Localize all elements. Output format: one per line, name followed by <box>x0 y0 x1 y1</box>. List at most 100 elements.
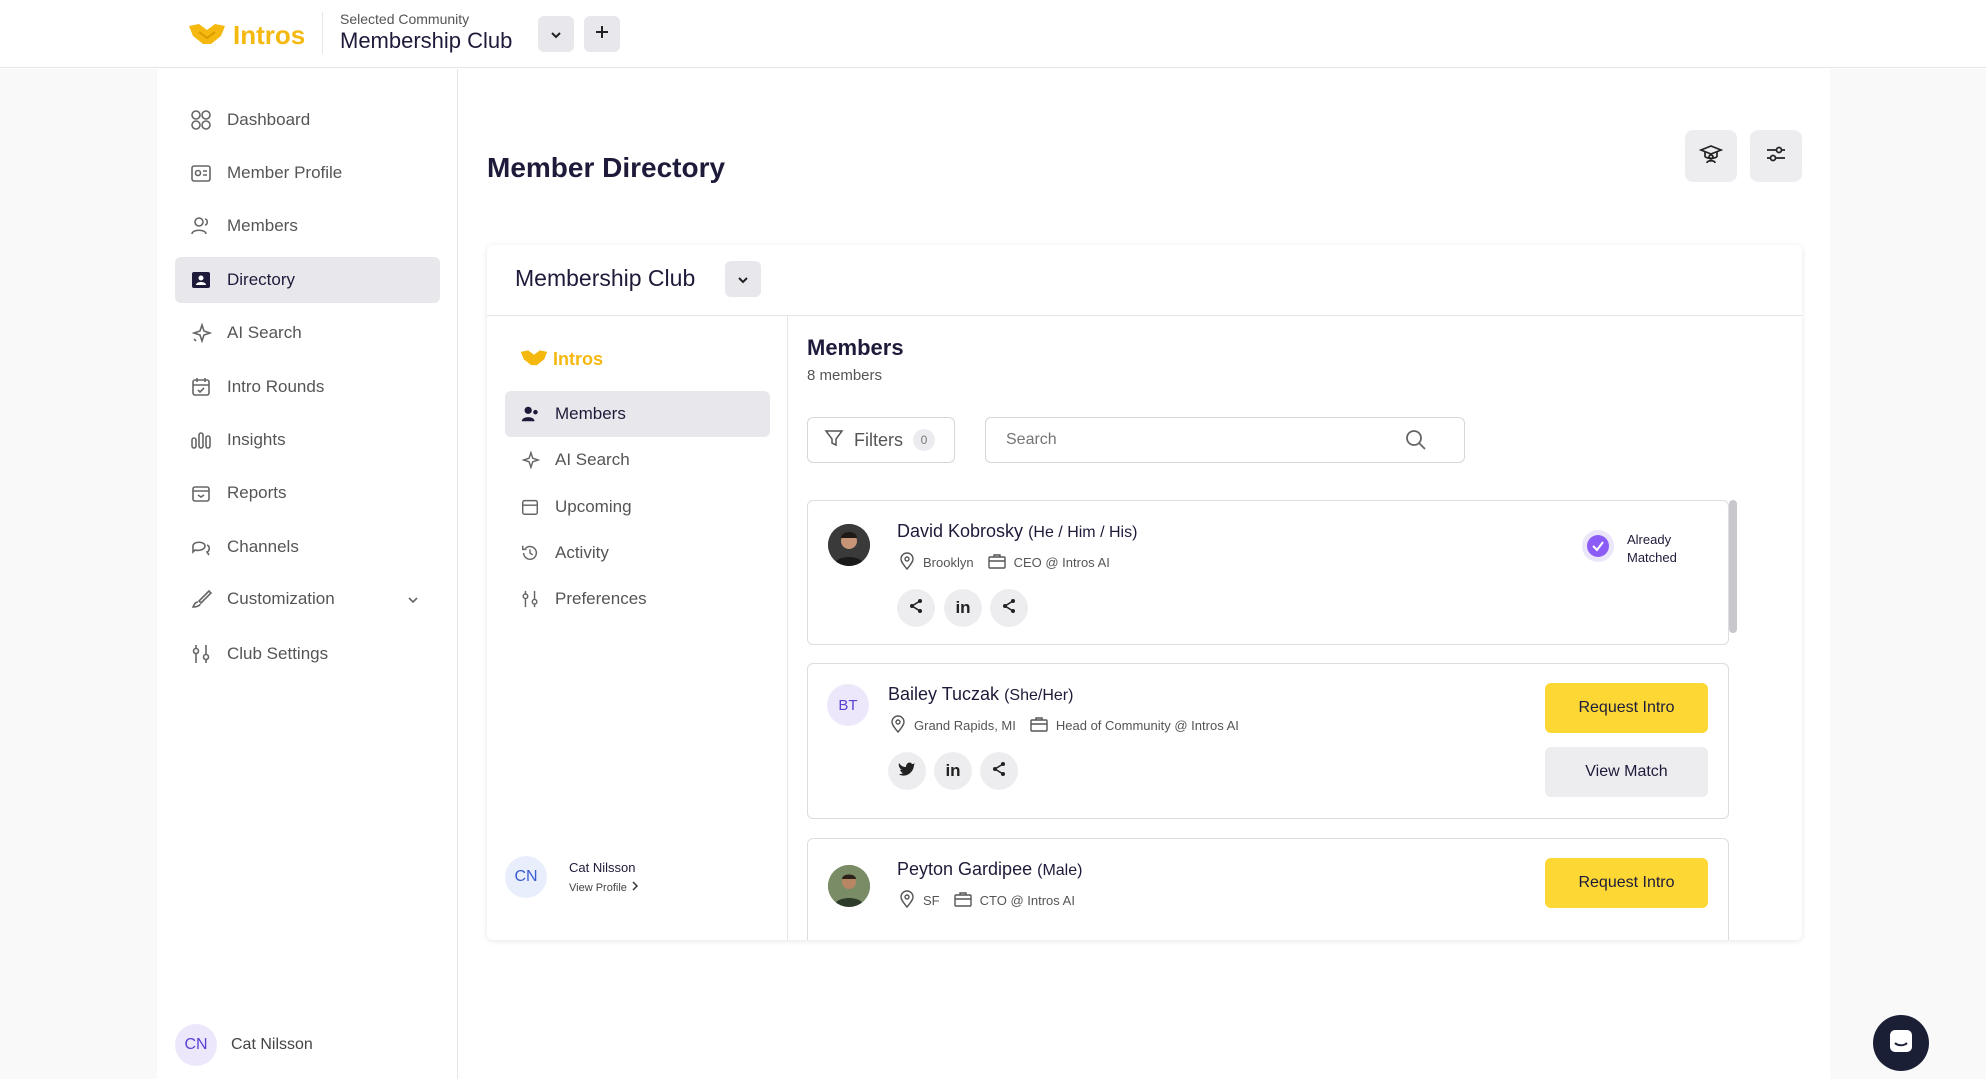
chat-icon <box>1888 1028 1914 1059</box>
location-pin-icon <box>899 890 915 911</box>
member-card[interactable]: David Kobrosky (He / Him / His) Brooklyn… <box>807 500 1729 645</box>
avatar: CN <box>175 1024 217 1066</box>
directory-card: Membership Club Intros Members AI Search… <box>487 245 1802 940</box>
member-name: Peyton Gardipee <box>897 859 1033 879</box>
briefcase-icon <box>1030 716 1048 735</box>
member-list: David Kobrosky (He / Him / His) Brooklyn… <box>807 500 1747 940</box>
search-input[interactable] <box>985 417 1465 463</box>
share-button[interactable] <box>990 589 1028 627</box>
chat-bubbles-icon <box>189 535 213 559</box>
member-name: David Kobrosky <box>897 521 1024 541</box>
community-dropdown-button[interactable] <box>538 16 574 52</box>
member-role: CTO @ Intros AI <box>979 893 1075 908</box>
embedded-nav-label: Activity <box>555 543 609 562</box>
share-button[interactable] <box>980 752 1018 790</box>
history-icon <box>519 542 541 564</box>
linkedin-icon: in <box>955 598 971 617</box>
embedded-nav-label: AI Search <box>555 450 630 469</box>
view-profile-link[interactable]: View Profile <box>569 881 639 894</box>
member-avatar: BT <box>827 684 869 726</box>
embedded-directory-nav: Intros Members AI Search Upcoming Activi… <box>487 316 788 940</box>
embedded-nav-label: Members <box>555 404 626 423</box>
club-dropdown-button[interactable] <box>725 261 761 297</box>
filters-count-badge: 0 <box>913 429 935 451</box>
linkedin-icon: in <box>945 761 961 780</box>
sidebar-item-label: Intro Rounds <box>227 377 325 396</box>
sidebar-item-customization[interactable]: Customization <box>175 576 440 622</box>
chat-launcher-button[interactable] <box>1873 1015 1929 1071</box>
sidebar-item-channels[interactable]: Channels <box>175 524 440 570</box>
settings-sliders-button[interactable] <box>1750 130 1802 182</box>
embedded-nav-members[interactable]: Members <box>505 391 770 437</box>
request-intro-button[interactable]: Request Intro <box>1545 858 1708 908</box>
request-intro-button[interactable]: Request Intro <box>1545 683 1708 733</box>
id-card-icon <box>189 161 213 185</box>
sidebar-item-directory[interactable]: Directory <box>175 257 440 303</box>
current-user[interactable]: CN Cat Nilsson <box>175 1024 313 1066</box>
sliders-icon <box>519 588 541 610</box>
user-name: Cat Nilsson <box>231 1036 313 1053</box>
member-meta: Grand Rapids, MI Head of Community @ Int… <box>890 715 1239 736</box>
view-profile-label: View Profile <box>569 881 627 894</box>
inbox-icon <box>189 481 213 505</box>
graduation-icon <box>1698 142 1724 171</box>
sidebar-item-label: Customization <box>227 589 335 608</box>
linkedin-button[interactable]: in <box>934 752 972 790</box>
sidebar-item-members[interactable]: Members <box>175 203 440 249</box>
member-pronouns: (He / Him / His) <box>1028 524 1138 541</box>
member-photo <box>828 865 870 907</box>
member-location: Brooklyn <box>923 555 974 570</box>
sidebar-item-label: Insights <box>227 430 286 449</box>
chevron-down-icon[interactable] <box>406 590 420 610</box>
search-icon[interactable] <box>1405 429 1427 456</box>
sidebar-item-reports[interactable]: Reports <box>175 470 440 516</box>
bar-chart-icon <box>189 428 213 452</box>
embedded-nav-upcoming[interactable]: Upcoming <box>505 484 770 530</box>
users-icon <box>519 403 541 425</box>
briefcase-icon <box>987 553 1006 572</box>
filters-button[interactable]: Filters 0 <box>807 417 955 463</box>
sidebar-item-intro-rounds[interactable]: Intro Rounds <box>175 364 440 410</box>
member-list-scrollbar[interactable] <box>1729 500 1737 633</box>
right-gutter <box>1830 69 1986 1079</box>
sidebar-item-label: Member Profile <box>227 163 343 182</box>
sidebar-item-ai-search[interactable]: AI Search <box>175 310 440 356</box>
view-match-button[interactable]: View Match <box>1545 747 1708 797</box>
add-community-button[interactable] <box>584 16 620 52</box>
handshake-icon <box>187 18 227 53</box>
member-card[interactable]: Peyton Gardipee (Male) SF CTO @ Intros A… <box>807 838 1729 940</box>
member-location: Grand Rapids, MI <box>914 718 1016 733</box>
filter-icon <box>824 428 844 453</box>
onboarding-button[interactable] <box>1685 130 1737 182</box>
sidebar-item-label: Dashboard <box>227 110 311 129</box>
share-icon <box>908 598 924 619</box>
share-button[interactable] <box>897 589 935 627</box>
page-title: Member Directory <box>487 152 726 183</box>
plus-icon <box>594 23 610 46</box>
linkedin-button[interactable]: in <box>944 589 982 627</box>
embedded-nav-activity[interactable]: Activity <box>505 530 770 576</box>
logo-text: Intros <box>553 349 604 369</box>
intros-logo[interactable]: Intros <box>187 18 305 53</box>
sidebar-item-member-profile[interactable]: Member Profile <box>175 150 440 196</box>
member-name: Bailey Tuczak <box>888 684 1000 704</box>
users-icon <box>189 214 213 238</box>
location-pin-icon <box>890 715 906 736</box>
sidebar-item-insights[interactable]: Insights <box>175 417 440 463</box>
embedded-nav-preferences[interactable]: Preferences <box>505 576 770 622</box>
embedded-nav-ai-search[interactable]: AI Search <box>505 437 770 483</box>
member-card[interactable]: BT Bailey Tuczak (She/Her) Grand Rapids,… <box>807 663 1729 819</box>
sidebar-item-dashboard[interactable]: Dashboard <box>175 97 440 143</box>
sidebar-item-label: Reports <box>227 483 287 502</box>
embedded-profile: CN Cat Nilsson View Profile <box>505 856 639 898</box>
sidebar-item-label: AI Search <box>227 323 302 342</box>
status-line: Already <box>1627 531 1672 547</box>
sidebar-item-club-settings[interactable]: Club Settings <box>175 631 440 677</box>
member-name-row: Bailey Tuczak (She/Her) <box>888 684 1073 705</box>
twitter-button[interactable] <box>888 752 926 790</box>
chevron-down-icon <box>549 23 563 46</box>
avatar: CN <box>505 856 547 898</box>
share-icon <box>991 761 1007 782</box>
chevron-down-icon <box>736 268 750 291</box>
embedded-nav-label: Preferences <box>555 589 647 608</box>
